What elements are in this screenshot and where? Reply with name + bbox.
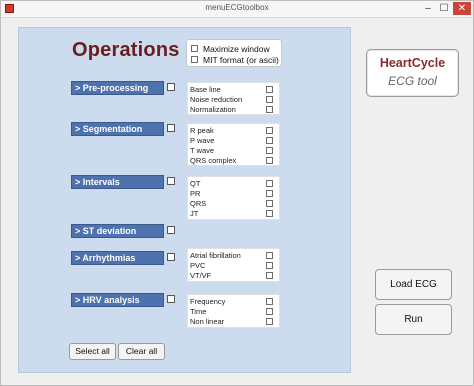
- item-checkbox[interactable]: [266, 308, 273, 315]
- item-checkbox[interactable]: [266, 147, 273, 154]
- preprocessing-list: Base line Noise reduction Normalization: [187, 82, 280, 115]
- list-item[interactable]: JT: [190, 209, 277, 219]
- list-item[interactable]: QRS: [190, 199, 277, 209]
- list-item[interactable]: R peak: [190, 126, 277, 136]
- hrv-analysis-list: Frequency Time Non linear: [187, 294, 280, 328]
- list-item[interactable]: Base line: [190, 85, 277, 95]
- brand-name: HeartCycle: [379, 56, 446, 70]
- arrhythmias-list: Atrial fibrillation PVC VT/VF: [187, 248, 280, 282]
- brand-subtitle: ECG tool: [388, 74, 437, 88]
- intervals-button[interactable]: > Intervals: [71, 175, 164, 189]
- item-checkbox[interactable]: [266, 127, 273, 134]
- app-window: menuECGtoolbox – ☐ ✕ Operations Maximize…: [0, 0, 474, 386]
- arrhythmias-checkbox[interactable]: [167, 253, 175, 261]
- list-item[interactable]: Atrial fibrillation: [190, 251, 277, 261]
- segmentation-list: R peak P wave T wave QRS complex: [187, 123, 280, 166]
- preprocessing-checkbox[interactable]: [167, 83, 175, 91]
- page-title: Operations: [72, 39, 180, 61]
- window-title: menuECGtoolbox: [205, 3, 269, 12]
- option-label: MIT format (or ascii): [203, 54, 279, 65]
- item-checkbox[interactable]: [266, 157, 273, 164]
- brand-logo: HeartCycle ECG tool: [366, 49, 459, 97]
- list-item[interactable]: VT/VF: [190, 271, 277, 281]
- title-bar: menuECGtoolbox – ☐ ✕: [1, 1, 473, 18]
- segmentation-checkbox[interactable]: [167, 124, 175, 132]
- intervals-checkbox[interactable]: [167, 177, 175, 185]
- item-checkbox[interactable]: [266, 106, 273, 113]
- list-item[interactable]: QRS complex: [190, 156, 277, 166]
- option-mit-format[interactable]: MIT format (or ascii): [191, 54, 279, 65]
- maximize-button[interactable]: ☐: [437, 2, 451, 15]
- list-item[interactable]: Time: [190, 307, 277, 317]
- hrv-analysis-checkbox[interactable]: [167, 295, 175, 303]
- list-item[interactable]: Noise reduction: [190, 95, 277, 105]
- list-item[interactable]: PR: [190, 189, 277, 199]
- item-checkbox[interactable]: [266, 190, 273, 197]
- st-deviation-checkbox[interactable]: [167, 226, 175, 234]
- option-label: Maximize window: [203, 43, 270, 54]
- item-checkbox[interactable]: [266, 252, 273, 259]
- hrv-analysis-button[interactable]: > HRV analysis: [71, 293, 164, 307]
- st-deviation-button[interactable]: > ST deviation: [71, 224, 164, 238]
- item-checkbox[interactable]: [266, 298, 273, 305]
- options-box: Maximize window MIT format (or ascii): [186, 39, 282, 67]
- item-checkbox[interactable]: [266, 96, 273, 103]
- list-item[interactable]: P wave: [190, 136, 277, 146]
- item-checkbox[interactable]: [266, 86, 273, 93]
- arrhythmias-button[interactable]: > Arrhythmias: [71, 251, 164, 265]
- option-maximize-window[interactable]: Maximize window: [191, 43, 270, 54]
- segmentation-button[interactable]: > Segmentation: [71, 122, 164, 136]
- list-item[interactable]: QT: [190, 179, 277, 189]
- list-item[interactable]: Normalization: [190, 105, 277, 115]
- item-checkbox[interactable]: [266, 137, 273, 144]
- intervals-list: QT PR QRS JT: [187, 176, 280, 220]
- minimize-button[interactable]: –: [421, 2, 435, 15]
- maximize-window-checkbox[interactable]: [191, 45, 198, 52]
- list-item[interactable]: T wave: [190, 146, 277, 156]
- item-checkbox[interactable]: [266, 318, 273, 325]
- list-item[interactable]: PVC: [190, 261, 277, 271]
- run-button[interactable]: Run: [375, 304, 452, 335]
- close-button[interactable]: ✕: [453, 2, 471, 15]
- mit-format-checkbox[interactable]: [191, 56, 198, 63]
- operations-panel: [18, 27, 351, 373]
- item-checkbox[interactable]: [266, 180, 273, 187]
- list-item[interactable]: Frequency: [190, 297, 277, 307]
- item-checkbox[interactable]: [266, 262, 273, 269]
- item-checkbox[interactable]: [266, 210, 273, 217]
- clear-all-button[interactable]: Clear all: [118, 343, 165, 360]
- select-all-button[interactable]: Select all: [69, 343, 116, 360]
- item-checkbox[interactable]: [266, 272, 273, 279]
- preprocessing-button[interactable]: > Pre-processing: [71, 81, 164, 95]
- load-ecg-button[interactable]: Load ECG: [375, 269, 452, 300]
- item-checkbox[interactable]: [266, 200, 273, 207]
- list-item[interactable]: Non linear: [190, 317, 277, 327]
